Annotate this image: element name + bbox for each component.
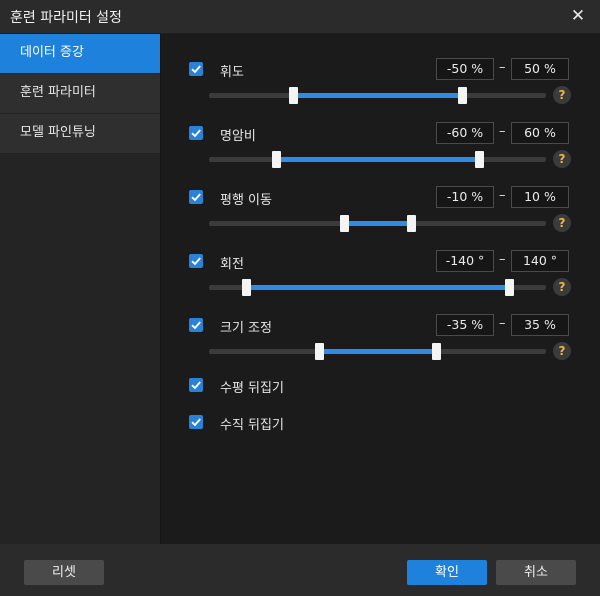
rotation-min-field[interactable]: -140 °: [436, 250, 494, 272]
range-separator: –: [499, 316, 506, 331]
range-separator: –: [499, 124, 506, 139]
translation-range-slider[interactable]: [209, 215, 546, 232]
vertical-flip-label: 수직 뒤집기: [220, 418, 284, 433]
param-contrast: 명암비 -60 % – 60 % ?: [161, 122, 600, 182]
brightness-checkbox[interactable]: [189, 62, 203, 76]
slider-max-handle[interactable]: [457, 87, 467, 104]
help-icon[interactable]: ?: [553, 214, 571, 232]
scale-label: 크기 조정: [220, 321, 272, 336]
slider-max-handle[interactable]: [432, 343, 442, 360]
slider-max-handle[interactable]: [474, 151, 484, 168]
param-scale: 크기 조정 -35 % – 35 % ?: [161, 314, 600, 374]
scale-checkbox[interactable]: [189, 318, 203, 332]
range-separator: –: [499, 252, 506, 267]
slider-fill: [246, 285, 509, 290]
slider-min-handle[interactable]: [314, 343, 324, 360]
close-icon[interactable]: ✕: [568, 6, 588, 26]
ok-button[interactable]: 확인: [407, 560, 487, 585]
rotation-label: 회전: [220, 257, 244, 272]
range-separator: –: [499, 188, 506, 203]
scale-max-field[interactable]: 35 %: [511, 314, 569, 336]
help-icon[interactable]: ?: [553, 342, 571, 360]
scale-min-field[interactable]: -35 %: [436, 314, 494, 336]
translation-max-field[interactable]: 10 %: [511, 186, 569, 208]
title-bar: 훈련 파라미터 설정 ✕: [0, 0, 600, 33]
brightness-min-field[interactable]: -50 %: [436, 58, 494, 80]
horizontal-flip-checkbox[interactable]: [189, 378, 203, 392]
contrast-checkbox[interactable]: [189, 126, 203, 140]
sidebar-item-data-augmentation[interactable]: 데이터 증강: [0, 34, 160, 74]
option-horizontal-flip: 수평 뒤집기: [161, 377, 600, 397]
contrast-min-field[interactable]: -60 %: [436, 122, 494, 144]
slider-min-handle[interactable]: [242, 279, 252, 296]
rotation-range-slider[interactable]: [209, 279, 546, 296]
param-translation: 평행 이동 -10 % – 10 % ?: [161, 186, 600, 246]
slider-fill: [318, 349, 437, 354]
range-separator: –: [499, 60, 506, 75]
translation-checkbox[interactable]: [189, 190, 203, 204]
help-icon[interactable]: ?: [553, 86, 571, 104]
brightness-range-slider[interactable]: [209, 87, 546, 104]
window-title: 훈련 파라미터 설정: [10, 10, 122, 26]
contrast-label: 명암비: [220, 129, 256, 144]
slider-min-handle[interactable]: [289, 87, 299, 104]
translation-label: 평행 이동: [220, 193, 272, 208]
slider-max-handle[interactable]: [407, 215, 417, 232]
vertical-flip-checkbox[interactable]: [189, 415, 203, 429]
slider-fill: [343, 221, 412, 226]
option-vertical-flip: 수직 뒤집기: [161, 414, 600, 434]
slider-fill: [293, 93, 462, 98]
help-icon[interactable]: ?: [553, 278, 571, 296]
cancel-button[interactable]: 취소: [496, 560, 576, 585]
help-icon[interactable]: ?: [553, 150, 571, 168]
param-rotation: 회전 -140 ° – 140 ° ?: [161, 250, 600, 310]
slider-max-handle[interactable]: [504, 279, 514, 296]
param-brightness: 휘도 -50 % – 50 % ?: [161, 58, 600, 118]
contrast-range-slider[interactable]: [209, 151, 546, 168]
rotation-max-field[interactable]: 140 °: [511, 250, 569, 272]
translation-min-field[interactable]: -10 %: [436, 186, 494, 208]
dialog-footer: 리셋 확인 취소: [0, 544, 600, 596]
settings-panel: 휘도 -50 % – 50 % ? 명암비 -60 % – 60 % ? 평행 …: [161, 34, 600, 544]
horizontal-flip-label: 수평 뒤집기: [220, 381, 284, 396]
rotation-checkbox[interactable]: [189, 254, 203, 268]
brightness-max-field[interactable]: 50 %: [511, 58, 569, 80]
brightness-label: 휘도: [220, 65, 244, 80]
contrast-max-field[interactable]: 60 %: [511, 122, 569, 144]
sidebar-item-model-finetuning[interactable]: 모델 파인튜닝: [0, 114, 160, 154]
slider-min-handle[interactable]: [339, 215, 349, 232]
slider-min-handle[interactable]: [272, 151, 282, 168]
sidebar-item-training-parameters[interactable]: 훈련 파라미터: [0, 74, 160, 114]
reset-button[interactable]: 리셋: [24, 560, 104, 585]
scale-range-slider[interactable]: [209, 343, 546, 360]
slider-fill: [276, 157, 479, 162]
sidebar: 데이터 증강 훈련 파라미터 모델 파인튜닝: [0, 34, 160, 544]
